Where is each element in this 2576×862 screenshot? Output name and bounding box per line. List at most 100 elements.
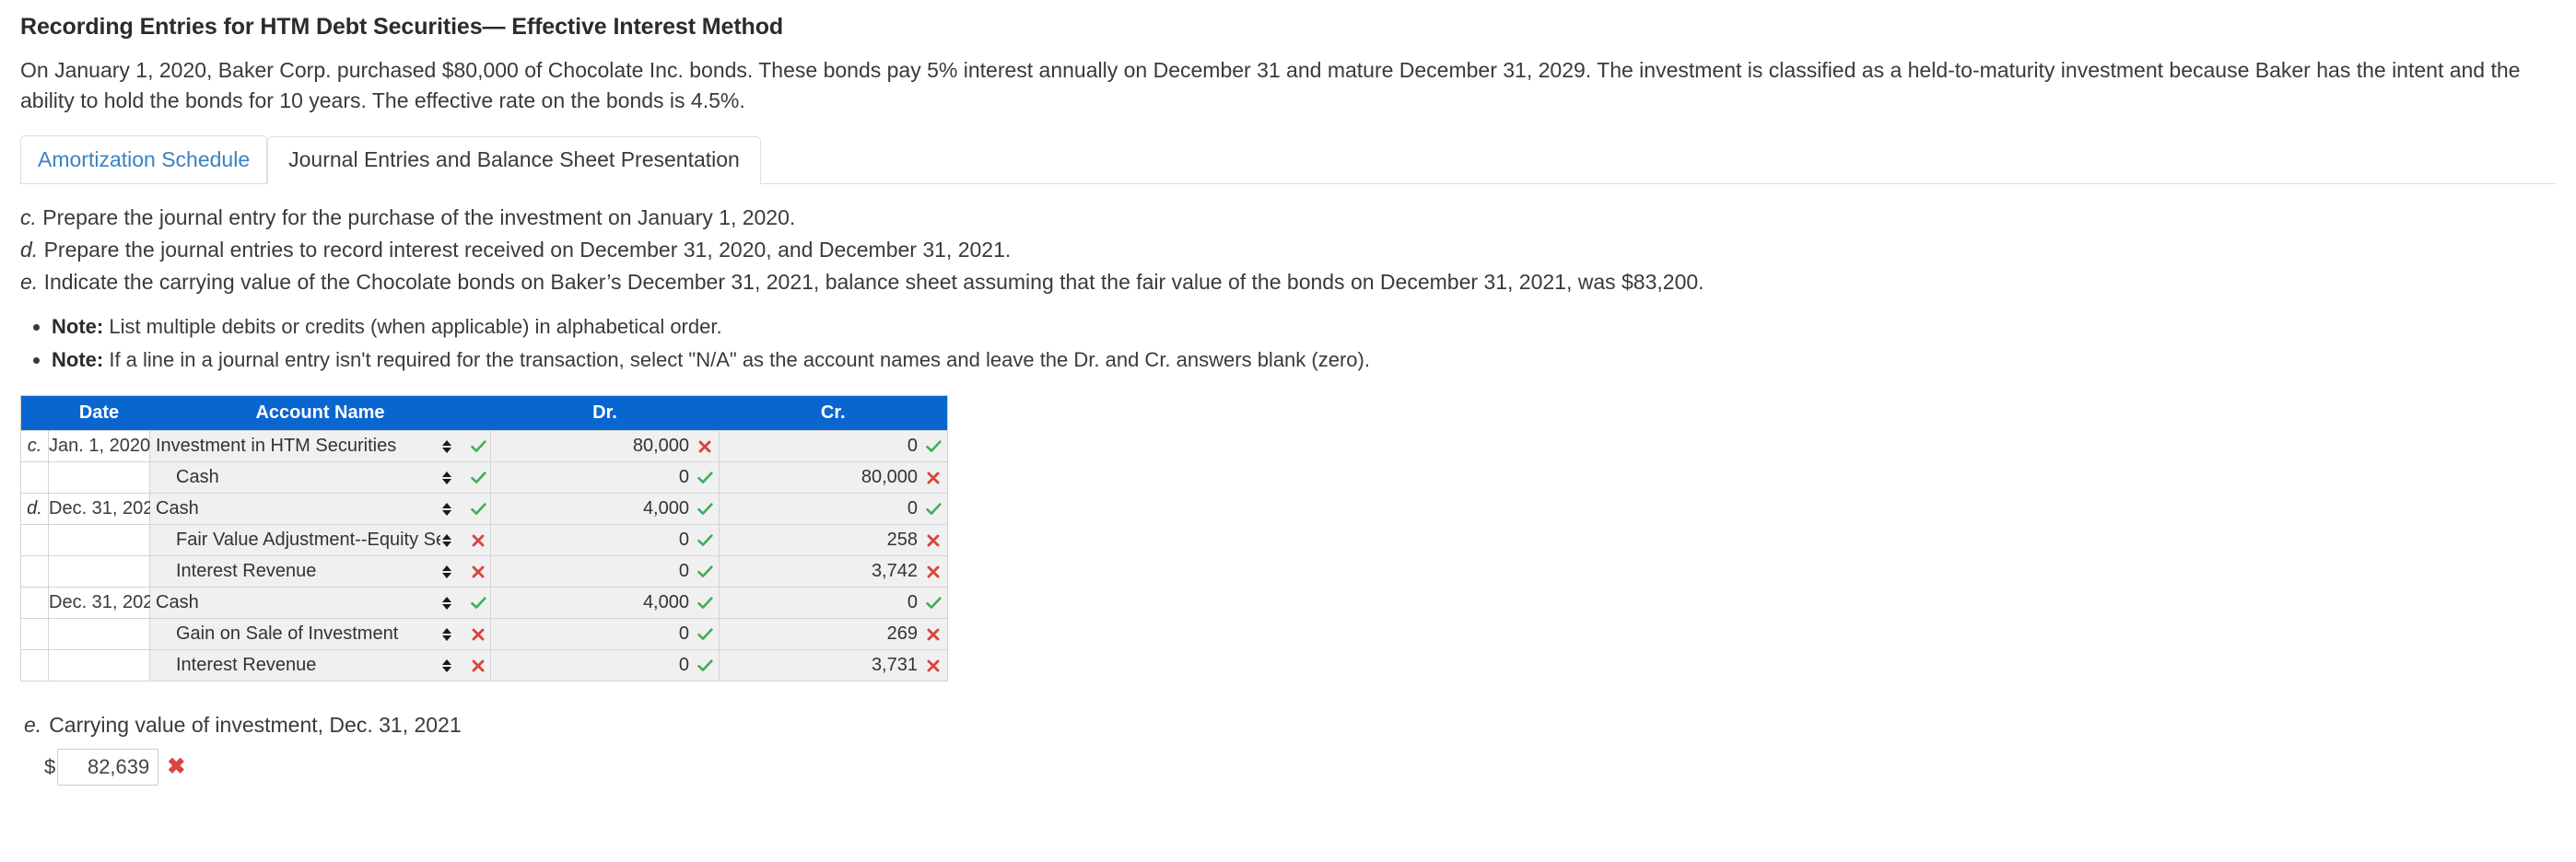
credit-amount-input[interactable]: 258 [887,530,918,551]
select-spinner-icon[interactable] [440,471,453,484]
account-cell: Interest Revenue [149,649,491,682]
credit-amount-input[interactable]: 3,742 [872,561,918,582]
credit-amount-input[interactable]: 80,000 [861,467,918,488]
debit-amount-input[interactable]: 0 [679,467,689,488]
check-icon [697,502,713,516]
column-header-cr: Cr. [719,395,948,431]
row-date [48,461,150,495]
check-icon [470,502,486,516]
credit-cell: 3,731 [719,649,948,682]
carrying-value-row: $ ✖ [20,749,2556,786]
cross-icon [925,472,942,484]
cross-icon [925,565,942,578]
debit-amount-input[interactable]: 0 [679,530,689,551]
credit-amount-input[interactable]: 3,731 [872,655,918,676]
debit-amount-input[interactable]: 4,000 [643,498,689,519]
row-reference [20,587,49,620]
select-spinner-icon[interactable] [440,502,453,516]
account-select[interactable]: Investment in HTM Securities [156,436,440,457]
credit-amount-input[interactable]: 0 [907,436,918,457]
credit-cell: 80,000 [719,461,948,495]
cross-icon: ✖ [167,754,186,780]
account-select[interactable]: Cash [156,467,440,488]
row-date [48,555,150,588]
note-item: Note: List multiple debits or credits (w… [52,310,2556,344]
carrying-value-letter: e. [24,713,42,738]
debit-amount-input[interactable]: 0 [679,623,689,645]
cross-icon [925,534,942,547]
account-select[interactable]: Cash [156,498,440,519]
check-icon [697,627,713,641]
debit-cell: 0 [490,618,720,651]
table-row: Interest Revenue 0 3,742 [20,555,948,588]
row-reference: c. [20,430,49,463]
cross-icon [925,628,942,641]
column-header-account: Account Name [149,395,491,431]
notes-list: Note: List multiple debits or credits (w… [20,310,2556,377]
debit-cell: 0 [490,555,720,588]
page-title: Recording Entries for HTM Debt Securitie… [20,14,784,40]
debit-cell: 0 [490,649,720,682]
row-date [48,649,150,682]
check-icon [925,439,942,453]
check-icon [697,565,713,578]
account-cell: Cash [149,461,491,495]
debit-cell: 0 [490,461,720,495]
account-select[interactable]: Interest Revenue [156,561,440,582]
account-select[interactable]: Cash [156,592,440,613]
select-spinner-icon[interactable] [440,533,453,547]
credit-cell: 0 [719,430,948,463]
select-spinner-icon[interactable] [440,439,453,453]
account-select[interactable]: Interest Revenue [156,655,440,676]
row-reference [20,555,49,588]
select-spinner-icon[interactable] [440,658,453,672]
select-spinner-icon[interactable] [440,627,453,641]
note-text: List multiple debits or credits (when ap… [103,315,722,339]
select-spinner-icon[interactable] [440,596,453,610]
debit-amount-input[interactable]: 0 [679,561,689,582]
note-lead: Note: [52,315,104,339]
requirement-text: Prepare the journal entries to record in… [38,237,1012,262]
carrying-value-input[interactable] [57,749,159,786]
note-lead: Note: [52,348,104,372]
row-date [48,524,150,557]
row-date: Jan. 1, 2020 [48,430,150,463]
requirement-text: Prepare the journal entry for the purcha… [36,205,796,230]
note-text: If a line in a journal entry isn't requi… [103,348,1370,372]
table-row: Gain on Sale of Investment 0 269 [20,618,948,651]
credit-cell: 0 [719,587,948,620]
debit-cell: 4,000 [490,493,720,526]
requirement-d: d. Prepare the journal entries to record… [20,234,2556,266]
credit-amount-input[interactable]: 0 [907,498,918,519]
check-icon [697,533,713,547]
account-cell: Fair Value Adjustment--Equity Securities [149,524,491,557]
row-date: Dec. 31, 2021 [48,587,164,620]
debit-cell: 0 [490,524,720,557]
debit-amount-input[interactable]: 80,000 [633,436,689,457]
table-row: d. Dec. 31, 2020 Cash 4,000 0 [20,493,948,526]
debit-amount-input[interactable]: 4,000 [643,592,689,613]
row-reference [20,524,49,557]
column-header-date: Date [48,395,150,431]
note-item: Note: If a line in a journal entry isn't… [52,344,2556,377]
account-select[interactable]: Gain on Sale of Investment [156,623,440,645]
select-spinner-icon[interactable] [440,565,453,578]
journal-entry-table: Date Account Name Dr. Cr. c. Jan. 1, 2020… [20,395,948,682]
credit-amount-input[interactable]: 0 [907,592,918,613]
tab-bar: Amortization Schedule Journal Entries and… [20,135,2556,185]
tab-journal-entries[interactable]: Journal Entries and Balance Sheet Presen… [267,136,761,185]
check-icon [470,596,486,610]
account-cell: Cash [149,493,491,526]
carrying-value-label: e. Carrying value of investment, Dec. 31,… [20,713,2556,738]
problem-statement: On January 1, 2020, Baker Corp. purchase… [20,58,2521,112]
requirement-letter: d. [20,237,39,262]
account-cell: Interest Revenue [149,555,491,588]
credit-cell: 269 [719,618,948,651]
check-icon [697,596,713,610]
row-reference: d. [20,493,49,526]
credit-amount-input[interactable]: 269 [887,623,918,645]
cross-icon [925,659,942,672]
tab-amortization-schedule[interactable]: Amortization Schedule [20,135,268,184]
debit-amount-input[interactable]: 0 [679,655,689,676]
account-select[interactable]: Fair Value Adjustment--Equity Securities [156,530,440,551]
